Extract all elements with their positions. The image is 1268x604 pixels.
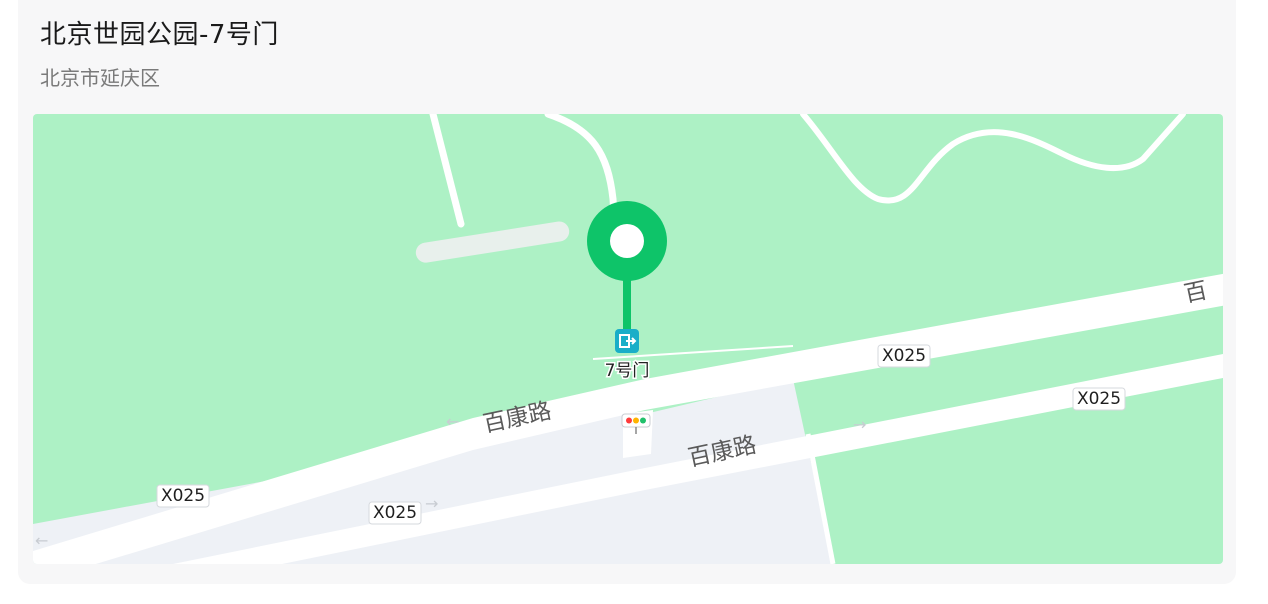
route-badge: X025 xyxy=(156,484,210,508)
place-title: 北京世园公园-7号门 xyxy=(40,20,279,50)
route-badge: X025 xyxy=(877,344,931,368)
place-address: 北京市延庆区 xyxy=(40,66,160,90)
direction-arrow: ← xyxy=(35,531,48,550)
svg-text:X025: X025 xyxy=(373,503,417,523)
svg-text:X025: X025 xyxy=(1077,389,1121,409)
direction-arrow: ← xyxy=(446,412,459,431)
gate-label: 7号门 xyxy=(605,361,650,381)
park-building xyxy=(415,221,570,263)
park-path xyxy=(800,114,1186,204)
svg-text:X025: X025 xyxy=(882,346,926,366)
direction-arrow: → xyxy=(853,415,866,434)
park-path xyxy=(429,114,465,228)
location-marker[interactable] xyxy=(587,201,667,329)
route-badge: X025 xyxy=(368,501,422,525)
map-view[interactable]: ← → → ← 百康路 百康路 百 X025 X025 X025 X025 7号… xyxy=(33,114,1223,564)
gate-exit-icon[interactable] xyxy=(615,329,639,353)
route-badge: X025 xyxy=(1072,387,1126,411)
svg-text:X025: X025 xyxy=(161,486,205,506)
direction-arrow: → xyxy=(425,494,438,513)
